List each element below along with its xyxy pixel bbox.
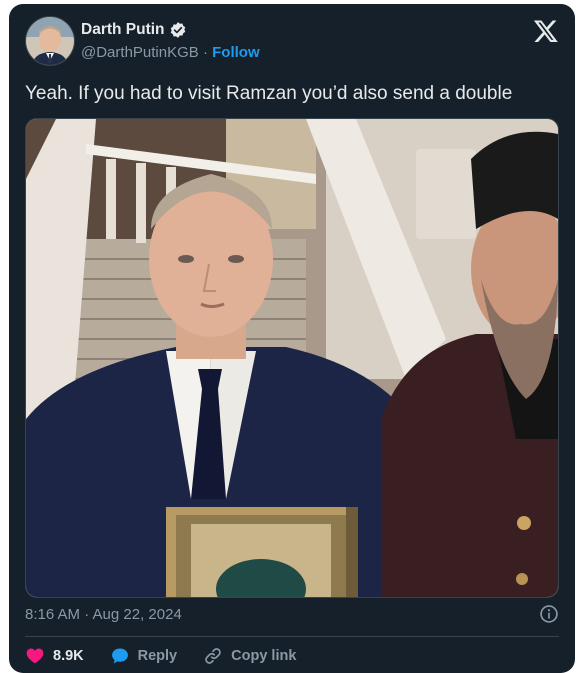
like-count: 8.9K — [53, 648, 84, 664]
tweet-text: Yeah. If you had to visit Ramzan you’d a… — [25, 83, 513, 104]
heart-icon — [26, 648, 44, 664]
reply-label: Reply — [137, 648, 178, 664]
follow-button[interactable]: Follow — [212, 44, 260, 61]
divider — [25, 636, 559, 637]
photo-putin-kadyrov — [26, 119, 558, 597]
info-icon[interactable] — [539, 604, 559, 624]
handle-row: @DarthPutinKGB · Follow — [81, 44, 260, 61]
tweet-embed-card: Darth Putin @DarthPutinKGB · Follow Yeah… — [9, 4, 575, 673]
x-logo-icon[interactable] — [533, 18, 559, 44]
like-button[interactable]: 8.9K — [25, 646, 84, 666]
verified-badge-icon — [170, 22, 185, 38]
avatar-image — [26, 17, 74, 65]
user-name-row: Darth Putin — [81, 21, 187, 39]
avatar[interactable] — [25, 16, 75, 66]
action-bar: 8.9K Reply Copy link — [25, 644, 322, 668]
speech-bubble-icon — [111, 648, 128, 664]
tweet-photo[interactable] — [25, 118, 559, 598]
reply-button[interactable]: Reply — [110, 646, 178, 666]
copy-link-label: Copy link — [231, 648, 297, 664]
user-handle[interactable]: @DarthPutinKGB — [81, 44, 199, 61]
handle-separator: · — [202, 44, 208, 61]
display-name[interactable]: Darth Putin — [81, 21, 165, 39]
copy-link-button[interactable]: Copy link — [203, 646, 296, 666]
link-icon — [205, 648, 221, 664]
tweet-timestamp[interactable]: 8:16 AM · Aug 22, 2024 — [25, 606, 182, 623]
